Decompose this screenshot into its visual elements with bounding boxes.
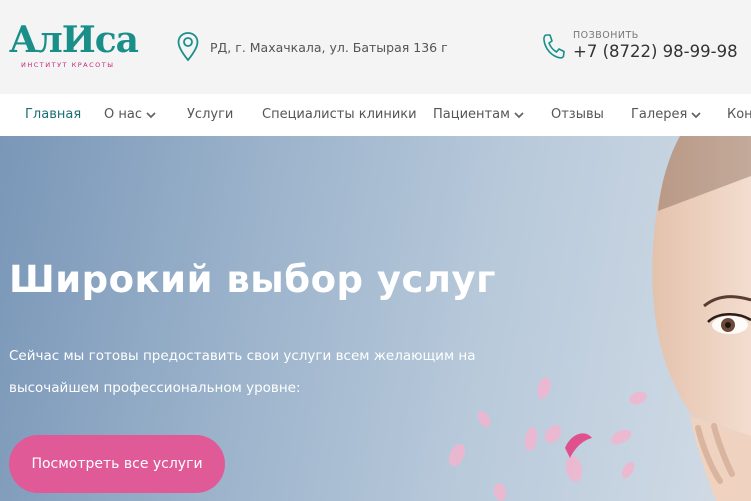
logo-subtitle: ИНСТИТУТ КРАСОТЫ <box>21 61 115 69</box>
nav-item-contacts[interactable]: Кон <box>727 94 751 136</box>
view-all-services-button[interactable]: Посмотреть все услуги <box>9 435 225 493</box>
phone-icon <box>541 32 565 60</box>
hero-title: Широкий выбор услуг <box>9 258 496 301</box>
hero-banner: Широкий выбор услуг Сейчас мы готовы пре… <box>0 136 751 501</box>
nav-item-specialists[interactable]: Специалисты клиники <box>262 94 417 136</box>
nav-item-label: Галерея <box>631 107 688 122</box>
nav-item-reviews[interactable]: Отзывы <box>551 94 604 136</box>
phone-label: ПОЗВОНИТЬ <box>573 30 639 41</box>
location-pin-icon <box>176 31 200 63</box>
chevron-down-icon <box>146 112 156 119</box>
phone-number[interactable]: +7 (8722) 98-99-98 <box>573 42 738 62</box>
chevron-down-icon <box>514 112 524 119</box>
address-text: РД, г. Махачкала, ул. Батырая 136 г <box>210 39 448 55</box>
nav-item-about[interactable]: О нас <box>104 94 156 136</box>
nav-item-label: О нас <box>104 107 142 122</box>
chevron-down-icon <box>691 112 701 119</box>
nav-item-label: Услуги <box>187 107 234 122</box>
phone-block[interactable]: ПОЗВОНИТЬ +7 (8722) 98-99-98 <box>541 26 738 66</box>
address-block: РД, г. Махачкала, ул. Батырая 136 г <box>176 30 448 64</box>
nav-item-home[interactable]: Главная <box>25 94 81 136</box>
logo-text: АлИса <box>9 19 139 61</box>
nav-item-services[interactable]: Услуги <box>187 94 233 136</box>
nav-item-label: Кон <box>727 107 751 122</box>
model-face-image <box>652 136 751 501</box>
site-header: АлИса ИНСТИТУТ КРАСОТЫ РД, г. Махачкала,… <box>0 0 751 94</box>
nav-item-gallery[interactable]: Галерея <box>631 94 701 136</box>
nav-item-label: Отзывы <box>551 107 604 122</box>
nav-item-patients[interactable]: Пациентам <box>433 94 524 136</box>
nav-item-label: Специалисты клиники <box>262 107 417 122</box>
logo[interactable]: АлИса ИНСТИТУТ КРАСОТЫ <box>9 20 139 72</box>
nav-item-label: Пациентам <box>433 107 510 122</box>
nav-item-label: Главная <box>25 107 82 122</box>
hero-text: Сейчас мы готовы предоставить свои услуг… <box>9 348 476 396</box>
main-nav: Главная О нас Услуги Специалисты клиники… <box>0 94 751 136</box>
